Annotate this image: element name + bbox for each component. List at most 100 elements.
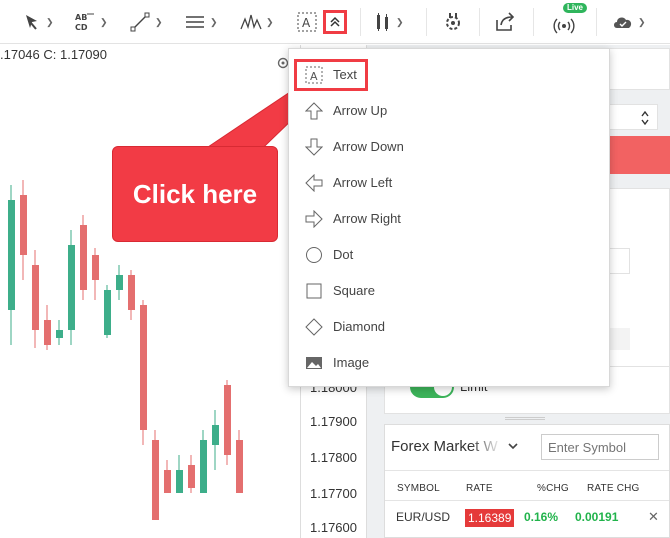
image-icon — [306, 357, 322, 369]
chevron-down-icon: ❯ — [46, 16, 54, 27]
candle-body — [164, 470, 171, 493]
col-header-symbol: SYMBOL — [397, 483, 440, 494]
trendline-icon — [130, 12, 150, 32]
strategy-settings-button[interactable] — [441, 6, 465, 38]
chevron-down-icon[interactable] — [508, 442, 518, 453]
candle-body — [212, 425, 219, 445]
candle-body — [116, 275, 123, 290]
candle-body — [188, 465, 195, 488]
svg-text:CD: CD — [75, 23, 88, 32]
select-updown-icon — [641, 111, 649, 125]
candle-body — [176, 470, 183, 493]
annotation-dropdown-menu: A Text Arrow Up Arrow Down Arrow Left Ar… — [288, 48, 610, 387]
candle-body — [20, 195, 27, 255]
lines-tool[interactable]: ❯ — [184, 6, 218, 38]
chevron-down-icon: ❯ — [210, 16, 218, 27]
chevron-down-icon: ❯ — [396, 16, 404, 27]
share-button[interactable] — [494, 6, 516, 38]
cursor-tool[interactable]: ❯ — [22, 6, 54, 38]
row-rate-chg: 0.00191 — [575, 510, 619, 524]
arrow-down-icon — [305, 138, 323, 156]
menu-item-arrow-down[interactable]: Arrow Down — [289, 129, 609, 165]
horizontal-lines-icon — [186, 16, 204, 28]
menu-item-arrow-left[interactable]: Arrow Left — [289, 165, 609, 201]
pattern-tool[interactable]: ❯ — [240, 6, 274, 38]
cloud-save-tool[interactable]: ❯ — [612, 6, 646, 38]
y-tick-label: 1.17800 — [310, 450, 357, 465]
text-item-highlight — [294, 59, 368, 91]
diamond-icon — [305, 318, 323, 336]
row-pct-chg: 0.16% — [524, 510, 559, 524]
menu-item-arrow-right[interactable]: Arrow Right — [289, 201, 609, 237]
annotation-tool[interactable]: A — [296, 6, 318, 38]
cursor-icon — [26, 15, 37, 30]
candle-body — [152, 440, 159, 520]
candle-body — [200, 440, 207, 493]
collapse-chevron-icon — [330, 16, 340, 27]
dot-icon — [306, 247, 322, 263]
col-header-rate-chg: RATE CHG — [587, 483, 640, 494]
col-header-rate: RATE — [466, 483, 493, 494]
trendline-tool[interactable]: ❯ — [129, 6, 163, 38]
candle-body — [128, 275, 135, 310]
row-symbol[interactable]: EUR/USD — [396, 510, 450, 524]
arrow-left-icon — [305, 174, 323, 192]
y-tick-label: 1.17600 — [310, 520, 357, 535]
menu-item-image[interactable]: Image — [289, 345, 609, 381]
text-abcd-icon: ABCD — [75, 13, 94, 32]
candle-body — [68, 245, 75, 330]
menu-item-arrow-up[interactable]: Arrow Up — [289, 93, 609, 129]
indicators-tool[interactable]: ❯ — [374, 6, 404, 38]
indicators-icon — [377, 13, 388, 31]
title-fade — [470, 436, 502, 458]
candle-body — [140, 305, 147, 430]
candlestick-series — [8, 180, 243, 520]
sell-button[interactable] — [605, 136, 670, 174]
svg-text:A: A — [302, 16, 311, 30]
menu-item-label: Image — [333, 355, 370, 370]
y-tick-label: 1.17900 — [310, 414, 357, 429]
menu-item-label: Diamond — [333, 319, 386, 334]
live-button[interactable] — [552, 10, 576, 42]
panel-header — [606, 48, 670, 90]
menu-item-label: Dot — [333, 247, 354, 262]
order-type-select[interactable] — [606, 104, 658, 130]
candle-body — [56, 330, 63, 338]
trading-app: .17046 C: 1.17090 1.18000 1.17900 1.1780… — [0, 0, 670, 538]
ohlc-readout: .17046 C: 1.17090 — [0, 47, 107, 62]
chevron-down-icon: ❯ — [155, 16, 163, 27]
live-badge: Live — [563, 3, 588, 13]
row-rate: 1.16389 — [465, 509, 515, 527]
settings-gear-icon — [446, 13, 460, 30]
candle-body — [44, 320, 51, 345]
menu-item-diamond[interactable]: Diamond — [289, 309, 609, 345]
candle-body — [236, 440, 243, 493]
candle-body — [92, 255, 99, 280]
symbol-search-input[interactable] — [541, 434, 659, 460]
menu-item-dot[interactable]: Dot — [289, 237, 609, 273]
candle-body — [80, 225, 87, 290]
chevron-down-icon: ❯ — [638, 16, 646, 27]
menu-item-label: Arrow Up — [333, 103, 388, 118]
arrow-up-icon — [305, 102, 323, 120]
text-annotation-icon: A — [297, 12, 317, 32]
callout-text: Click here — [132, 178, 258, 209]
text-tool[interactable]: AB CD ❯ — [74, 6, 108, 38]
svg-text:AB: AB — [75, 13, 87, 22]
click-here-callout: Click here — [112, 146, 278, 242]
resize-handle[interactable] — [505, 417, 545, 420]
menu-item-square[interactable]: Square — [289, 273, 609, 309]
candle-body — [104, 290, 111, 335]
remove-row-close-icon[interactable]: ✕ — [648, 509, 659, 525]
live-broadcast-icon — [553, 18, 575, 34]
annotation-menu-toggle[interactable] — [323, 10, 347, 34]
candle-body — [224, 385, 231, 455]
price-chart[interactable] — [0, 45, 300, 538]
menu-item-label: Arrow Down — [333, 139, 404, 154]
divider — [385, 470, 669, 471]
col-header-pct-chg: %CHG — [537, 483, 569, 494]
chevron-down-icon: ❯ — [100, 16, 108, 27]
candle-body — [32, 265, 39, 330]
pattern-icon — [240, 14, 262, 30]
toolbar-separator — [479, 8, 480, 36]
